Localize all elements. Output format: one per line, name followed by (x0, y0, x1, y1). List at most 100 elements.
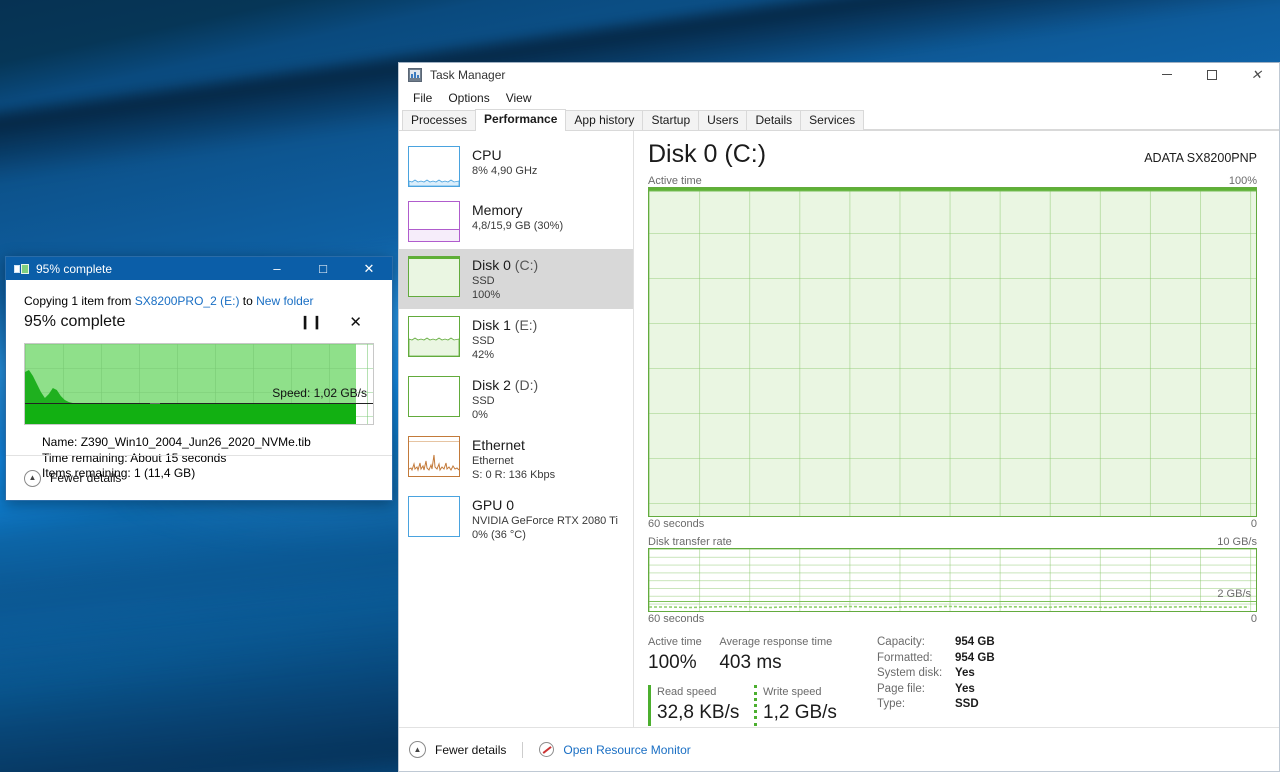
device-model: ADATA SX8200PNP (1144, 151, 1257, 165)
performance-sidebar: CPU 8% 4,90 GHz Memory 4,8/15,9 GB (30%) (399, 131, 634, 737)
write-speed-stat: Write speed 1,2 GB/s (754, 685, 837, 726)
response-time-label: Average response time (719, 636, 833, 648)
active-time-gridlines (649, 188, 1256, 516)
copy-detail-row: Name: Z390_Win10_2004_Jun26_2020_NVMe.ti… (42, 435, 356, 451)
copy-progress-dialog: 95% complete – □ ✕ Copying 1 item from S… (5, 256, 393, 501)
disk1-usage: 42% (472, 349, 495, 361)
tab-users[interactable]: Users (698, 110, 748, 130)
task-manager-tabs: Processes Performance App history Startu… (399, 109, 1279, 131)
disk0-label: Disk 0 (472, 257, 511, 273)
pause-button[interactable]: ❙❙ (300, 314, 324, 330)
disk1-name: Disk 1 (E:) (472, 317, 537, 334)
copy-percent-complete: 95% complete (24, 313, 126, 330)
task-manager-title: Task Manager (430, 67, 506, 82)
gpu-usage: 0% (36 °C) (472, 529, 526, 541)
read-speed-stat: Read speed 32,8 KB/s (648, 685, 754, 726)
sidebar-item-disk-2[interactable]: Disk 2 (D:) SSD 0% (399, 369, 633, 429)
transfer-rate-caption: Disk transfer rate 10 GB/s (648, 536, 1257, 548)
transfer-rate-trace (649, 605, 1249, 609)
menu-view[interactable]: View (498, 89, 540, 107)
copy-minimize-button[interactable]: – (254, 257, 300, 280)
tm-maximize-button[interactable] (1189, 63, 1234, 87)
task-manager-icon (408, 67, 422, 82)
cancel-copy-button[interactable]: ✕ (349, 313, 362, 331)
disk0-topline (409, 257, 459, 259)
disk1-meta: Disk 1 (E:) SSD 42% (472, 316, 537, 362)
capacity-value: 954 GB (955, 636, 995, 648)
copy-fewer-details-button[interactable]: ▲ Fewer details (6, 455, 392, 500)
ethernet-type: Ethernet (472, 455, 514, 467)
copy-destination-link[interactable]: New folder (256, 294, 313, 308)
system-disk-value: Yes (955, 667, 975, 680)
read-speed-label: Read speed (657, 686, 717, 698)
copy-line-prefix: Copying 1 item from (24, 294, 135, 308)
active-time-footer: 60 seconds 0 (648, 518, 1257, 530)
memory-name: Memory (472, 202, 523, 218)
copy-dialog-body: Copying 1 item from SX8200PRO_2 (E:) to … (6, 280, 392, 482)
disk0-type: SSD (472, 275, 495, 287)
copy-maximize-button[interactable]: □ (300, 257, 346, 280)
formatted-value: 954 GB (955, 651, 995, 664)
task-manager-titlebar[interactable]: Task Manager ✕ (399, 63, 1279, 87)
copy-close-button[interactable]: ✕ (346, 257, 392, 280)
ethernet-mini-graph (408, 436, 460, 477)
info-row-system-disk: System disk: Yes (877, 666, 995, 682)
task-manager-window: Task Manager ✕ File Options View Process… (398, 62, 1280, 772)
tab-performance[interactable]: Performance (475, 109, 567, 131)
disk2-label: Disk 2 (472, 377, 511, 393)
tab-services[interactable]: Services (800, 110, 865, 130)
sidebar-item-memory[interactable]: Memory 4,8/15,9 GB (30%) (399, 194, 633, 249)
ethernet-rate: S: 0 R: 136 Kbps (472, 469, 556, 481)
disk1-letter: (E:) (514, 317, 538, 333)
cpu-mini-graph (408, 146, 460, 187)
copy-detail-value: Z390_Win10_2004_Jun26_2020_NVMe.tib (80, 435, 311, 449)
disk1-mini-graph (408, 316, 460, 357)
transfer-rate-label: Disk transfer rate (648, 536, 732, 548)
tab-processes[interactable]: Processes (402, 110, 477, 130)
sidebar-item-disk-0[interactable]: Disk 0 (C:) SSD 100% (399, 249, 633, 309)
disk2-mini-graph (408, 376, 460, 417)
memory-fill (409, 229, 459, 241)
disk2-name: Disk 2 (D:) (472, 377, 538, 394)
sidebar-item-disk-1[interactable]: Disk 1 (E:) SSD 42% (399, 309, 633, 369)
page-title: Disk 0 (C:) (648, 140, 767, 168)
disk-transfer-rate-graph: 2 GB/s (648, 548, 1257, 612)
disk2-type: SSD (472, 395, 495, 407)
active-time-trace-shadow (649, 190, 1256, 192)
tm-minimize-button[interactable] (1144, 63, 1189, 87)
sidebar-item-cpu[interactable]: CPU 8% 4,90 GHz (399, 139, 633, 194)
tm-close-button[interactable]: ✕ (1234, 63, 1279, 87)
copy-source-link[interactable]: SX8200PRO_2 (E:) (135, 294, 240, 308)
disk0-meta: Disk 0 (C:) SSD 100% (472, 256, 538, 302)
task-manager-content: CPU 8% 4,90 GHz Memory 4,8/15,9 GB (30%) (399, 131, 1279, 737)
active-time-caption: Active time 100% (648, 175, 1257, 187)
open-resource-monitor-link[interactable]: Open Resource Monitor (563, 743, 690, 757)
gpu-name: GPU 0 (472, 497, 515, 513)
write-speed-label: Write speed (763, 686, 822, 698)
page-file-key: Page file: (877, 682, 925, 695)
sidebar-item-gpu-0[interactable]: GPU 0 NVIDIA GeForce RTX 2080 Ti 0% (36 … (399, 489, 633, 549)
tab-details[interactable]: Details (746, 110, 802, 130)
copy-source-destination-line: Copying 1 item from SX8200PRO_2 (E:) to … (24, 294, 374, 308)
cpu-name: CPU (472, 147, 502, 163)
disk1-type: SSD (472, 335, 495, 347)
disk2-meta: Disk 2 (D:) SSD 0% (472, 376, 538, 422)
copy-dialog-titlebar[interactable]: 95% complete – □ ✕ (6, 257, 392, 280)
info-row-capacity: Capacity: 954 GB (877, 635, 995, 651)
sidebar-item-ethernet[interactable]: Ethernet Ethernet S: 0 R: 136 Kbps (399, 429, 633, 489)
tm-fewer-details-button[interactable]: Fewer details (435, 743, 506, 757)
disk0-mini-graph (408, 256, 460, 297)
tab-startup[interactable]: Startup (642, 110, 700, 130)
type-key: Type: (877, 698, 906, 711)
ethernet-meta: Ethernet Ethernet S: 0 R: 136 Kbps (472, 436, 555, 482)
performance-detail-panel: Disk 0 (C:) ADATA SX8200PNP Active time … (634, 131, 1279, 737)
disk0-name: Disk 0 (C:) (472, 257, 538, 274)
menu-options[interactable]: Options (440, 89, 497, 107)
active-time-min: 0 (1250, 518, 1257, 530)
tab-app-history[interactable]: App history (565, 110, 644, 130)
formatted-key: Formatted: (877, 651, 933, 664)
response-time-stat: Average response time 403 ms (719, 635, 863, 676)
transfer-rate-max: 10 GB/s (1217, 536, 1257, 548)
menu-file[interactable]: File (405, 89, 440, 107)
minimize-icon (1161, 74, 1172, 75)
